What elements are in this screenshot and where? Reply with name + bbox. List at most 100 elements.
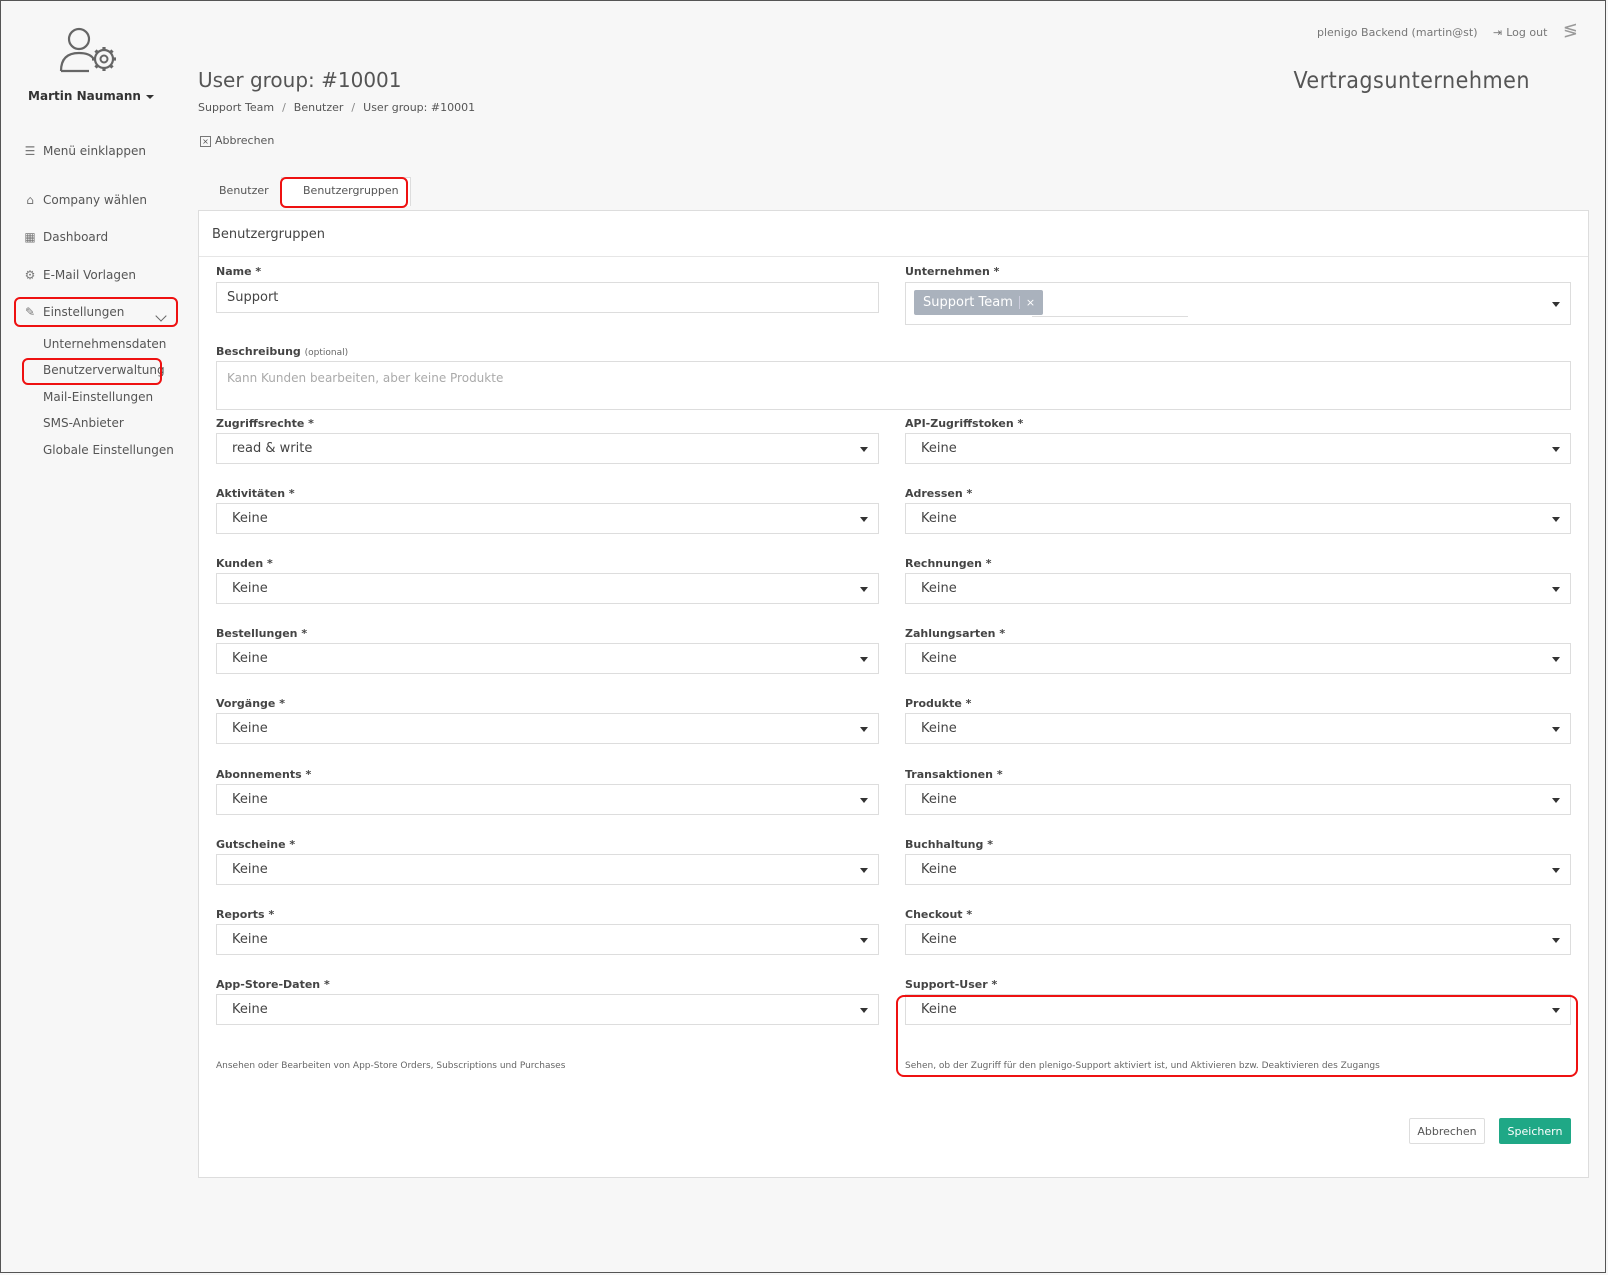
caret-down-icon <box>1552 727 1560 732</box>
cancel-link[interactable]: × Abbrechen <box>200 134 274 147</box>
select-value: read & write <box>232 441 313 456</box>
breadcrumb-separator: / <box>282 101 286 114</box>
account-label[interactable]: plenigo Backend (martin@st) <box>1317 26 1478 39</box>
topbar: plenigo Backend (martin@st) ⇥ Log out ≶ <box>1305 20 1578 41</box>
sidebar-subitem-sms-provider[interactable]: SMS-Anbieter <box>43 413 124 433</box>
caret-down-icon <box>1552 938 1560 943</box>
caret-down-icon <box>1552 868 1560 873</box>
select-value: Keine <box>921 862 957 877</box>
caret-down-icon <box>860 1008 868 1013</box>
api-zugriffstoken-select[interactable]: Keine <box>905 433 1571 464</box>
brand-title: Vertragsunternehmen <box>1293 68 1530 94</box>
save-button[interactable]: Speichern <box>1499 1118 1571 1144</box>
brand-logo-icon[interactable]: ≶ <box>1563 20 1578 41</box>
sidebar-item-settings[interactable]: ✎ Einstellungen <box>23 301 124 323</box>
collapse-menu-button[interactable]: ☰ Menü einklappen <box>23 140 146 162</box>
sidebar-subitem-user-management[interactable]: Benutzerverwaltung <box>43 360 165 380</box>
company-select[interactable]: Support Team × <box>905 282 1571 325</box>
caret-down-icon <box>1552 587 1560 592</box>
sidebar-item-email-templates[interactable]: ⚙ E-Mail Vorlagen <box>23 264 136 286</box>
cancel-link-label: Abbrechen <box>215 134 275 147</box>
checkout-label: Checkout * <box>905 908 973 921</box>
transaktionen-label: Transaktionen * <box>905 768 1003 781</box>
select-value: Keine <box>232 721 268 736</box>
gutscheine-select[interactable]: Keine <box>216 854 879 885</box>
zahlungsarten-select[interactable]: Keine <box>905 643 1571 674</box>
select-value: Keine <box>232 792 268 807</box>
home-icon: ⌂ <box>26 193 34 207</box>
rechnungen-select[interactable]: Keine <box>905 573 1571 604</box>
gutscheine-label: Gutscheine * <box>216 838 296 851</box>
adressen-select[interactable]: Keine <box>905 503 1571 534</box>
sidebar-item-company[interactable]: ⌂ Company wählen <box>23 189 147 211</box>
produkte-select[interactable]: Keine <box>905 713 1571 744</box>
rechnungen-label: Rechnungen * <box>905 557 992 570</box>
transaktionen-select[interactable]: Keine <box>905 784 1571 815</box>
vorgänge-select[interactable]: Keine <box>216 713 879 744</box>
remove-tag-icon[interactable]: × <box>1018 296 1036 309</box>
caret-down-icon <box>1552 302 1560 307</box>
select-value: Keine <box>232 862 268 877</box>
breadcrumb-item[interactable]: Benutzer <box>294 101 344 114</box>
app-store-daten-select[interactable]: Keine <box>216 994 879 1025</box>
sidebar-subitem-mail-settings[interactable]: Mail-Einstellungen <box>43 387 153 407</box>
name-input[interactable]: Support <box>216 282 879 313</box>
abonnements-label: Abonnements * <box>216 768 312 781</box>
support-user-select[interactable]: Keine <box>905 994 1571 1025</box>
aktivitäten-select[interactable]: Keine <box>216 503 879 534</box>
produkte-label: Produkte * <box>905 697 972 710</box>
sidebar-subitem-company-data[interactable]: Unternehmensdaten <box>43 334 166 354</box>
description-textarea[interactable]: Kann Kunden bearbeiten, aber keine Produ… <box>216 361 1571 410</box>
page-title: User group: #10001 <box>198 68 402 92</box>
zugriffsrechte-select[interactable]: read & write <box>216 433 879 464</box>
aktivitäten-label: Aktivitäten * <box>216 487 295 500</box>
grid-icon: ▦ <box>24 230 36 244</box>
kunden-label: Kunden * <box>216 557 273 570</box>
breadcrumb-separator: / <box>351 101 356 114</box>
abonnements-select[interactable]: Keine <box>216 784 879 815</box>
logout-label: Log out <box>1506 26 1548 39</box>
user-settings-icon[interactable] <box>59 25 123 79</box>
buchhaltung-select[interactable]: Keine <box>905 854 1571 885</box>
tab-users[interactable]: Benutzer <box>219 184 269 197</box>
sidebar-item-label: Dashboard <box>43 230 109 244</box>
caret-down-icon <box>1552 517 1560 522</box>
sidebar-item-label: Company wählen <box>43 193 147 207</box>
bestellungen-select[interactable]: Keine <box>216 643 879 674</box>
select-value: Keine <box>921 651 957 666</box>
select-value: Keine <box>921 1002 957 1017</box>
sidebar-item-label: E-Mail Vorlagen <box>43 268 136 282</box>
caret-down-icon <box>145 94 154 99</box>
select-value: Keine <box>232 581 268 596</box>
reports-select[interactable]: Keine <box>216 924 879 955</box>
select-value: Keine <box>921 441 957 456</box>
select-value: Keine <box>921 932 957 947</box>
appstore-help-text: Ansehen oder Bearbeiten von App-Store Or… <box>216 1061 566 1071</box>
caret-down-icon <box>1552 798 1560 803</box>
api-zugriffstoken-label: API-Zugriffstoken * <box>905 417 1024 430</box>
mail-settings-icon: ⚙ <box>24 268 36 282</box>
caret-down-icon <box>860 517 868 522</box>
support-user-label: Support-User * <box>905 978 998 991</box>
tab-user-groups[interactable]: Benutzergruppen <box>303 184 399 197</box>
kunden-select[interactable]: Keine <box>216 573 879 604</box>
zugriffsrechte-label: Zugriffsrechte * <box>216 417 314 430</box>
breadcrumb-item[interactable]: Support Team <box>198 101 274 114</box>
form-panel: Benutzergruppen Name * Support Unternehm… <box>198 210 1589 1178</box>
user-menu[interactable]: Martin Naumann <box>1 89 181 103</box>
cancel-button[interactable]: Abbrechen <box>1409 1118 1485 1144</box>
logout-link[interactable]: ⇥ Log out <box>1493 26 1547 39</box>
select-value: Keine <box>921 792 957 807</box>
select-value: Keine <box>232 932 268 947</box>
select-value: Keine <box>921 511 957 526</box>
company-label: Unternehmen * <box>905 265 1000 278</box>
checkout-select[interactable]: Keine <box>905 924 1571 955</box>
reports-label: Reports * <box>216 908 275 921</box>
sidebar-subitem-global-settings[interactable]: Globale Einstellungen <box>43 440 174 460</box>
panel-header: Benutzergruppen <box>199 211 1588 257</box>
select-value: Keine <box>921 721 957 736</box>
zahlungsarten-label: Zahlungsarten * <box>905 627 1006 640</box>
sidebar-item-dashboard[interactable]: ▦ Dashboard <box>23 226 108 248</box>
caret-down-icon <box>1552 1008 1560 1013</box>
caret-down-icon <box>860 587 868 592</box>
